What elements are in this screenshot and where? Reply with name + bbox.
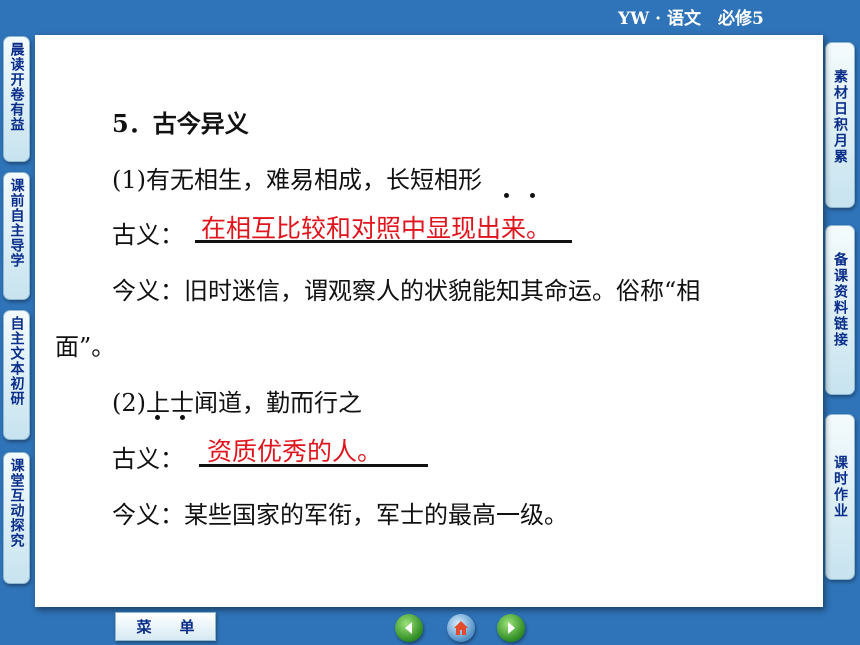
nav-zizhu[interactable]: 自主文本初研 <box>3 310 30 440</box>
nav-ketang[interactable]: 课堂互动探究 <box>3 452 30 584</box>
slide-content: 5．古今异义 (1)有无相生，难易相成，长短相形 古义： 在相互比较和对照中显现… <box>35 35 823 607</box>
nav-keshi[interactable]: 课时作业 <box>825 414 855 580</box>
nav-beike[interactable]: 备课资料链接 <box>825 225 855 395</box>
item1-modern-line1: 今义：旧时迷信，谓观察人的状貌能知其命运。俗称“相 <box>112 277 701 305</box>
section-heading: 5．古今异义 <box>112 109 249 138</box>
item2-ancient-answer: 资质优秀的人。 <box>207 437 383 466</box>
answer-underline <box>195 240 572 243</box>
nav-sucai[interactable]: 素材日积月累 <box>825 42 855 208</box>
emphasis-dot <box>180 415 185 420</box>
item2-modern: 今义：某些国家的军衔，军士的最高一级。 <box>112 501 568 529</box>
menu-button[interactable]: 菜单 <box>115 612 216 641</box>
back-arrow-icon <box>405 622 412 634</box>
nav-ketang-label: 课堂互动探究 <box>8 458 25 548</box>
home-icon <box>454 621 468 635</box>
item1-ancient-prefix: 古义： <box>112 221 184 249</box>
item2-ancient-prefix: 古义： <box>112 445 184 473</box>
emphasis-dot <box>155 415 160 420</box>
home-button[interactable] <box>447 614 475 642</box>
item2-sentence: (2)上士闻道，勤而行之 <box>112 389 362 417</box>
nav-sucai-label: 素材日积月累 <box>832 69 848 165</box>
slide-panel: 5．古今异义 (1)有无相生，难易相成，长短相形 古义： 在相互比较和对照中显现… <box>35 35 823 607</box>
nav-keshi-label: 课时作业 <box>832 455 848 519</box>
item1-sentence: (1)有无相生，难易相成，长短相形 <box>112 166 482 194</box>
answer-underline <box>199 464 428 467</box>
nav-zizhu-label: 自主文本初研 <box>8 316 25 406</box>
forward-arrow-icon <box>508 622 515 634</box>
nav-beike-label: 备课资料链接 <box>832 252 848 348</box>
header-label: YW · 语文 必修5 <box>618 9 764 29</box>
nav-chendu[interactable]: 晨读开卷有益 <box>3 36 30 162</box>
menu-button-label: 菜单 <box>136 618 223 636</box>
emphasis-dot <box>504 193 509 198</box>
back-button[interactable] <box>395 614 423 642</box>
nav-chendu-label: 晨读开卷有益 <box>8 42 25 132</box>
item1-modern-line2: 面”。 <box>55 333 116 361</box>
emphasis-dot <box>530 193 535 198</box>
forward-button[interactable] <box>497 614 525 642</box>
nav-kequian[interactable]: 课前自主导学 <box>3 172 30 300</box>
nav-kequian-label: 课前自主导学 <box>8 178 25 268</box>
